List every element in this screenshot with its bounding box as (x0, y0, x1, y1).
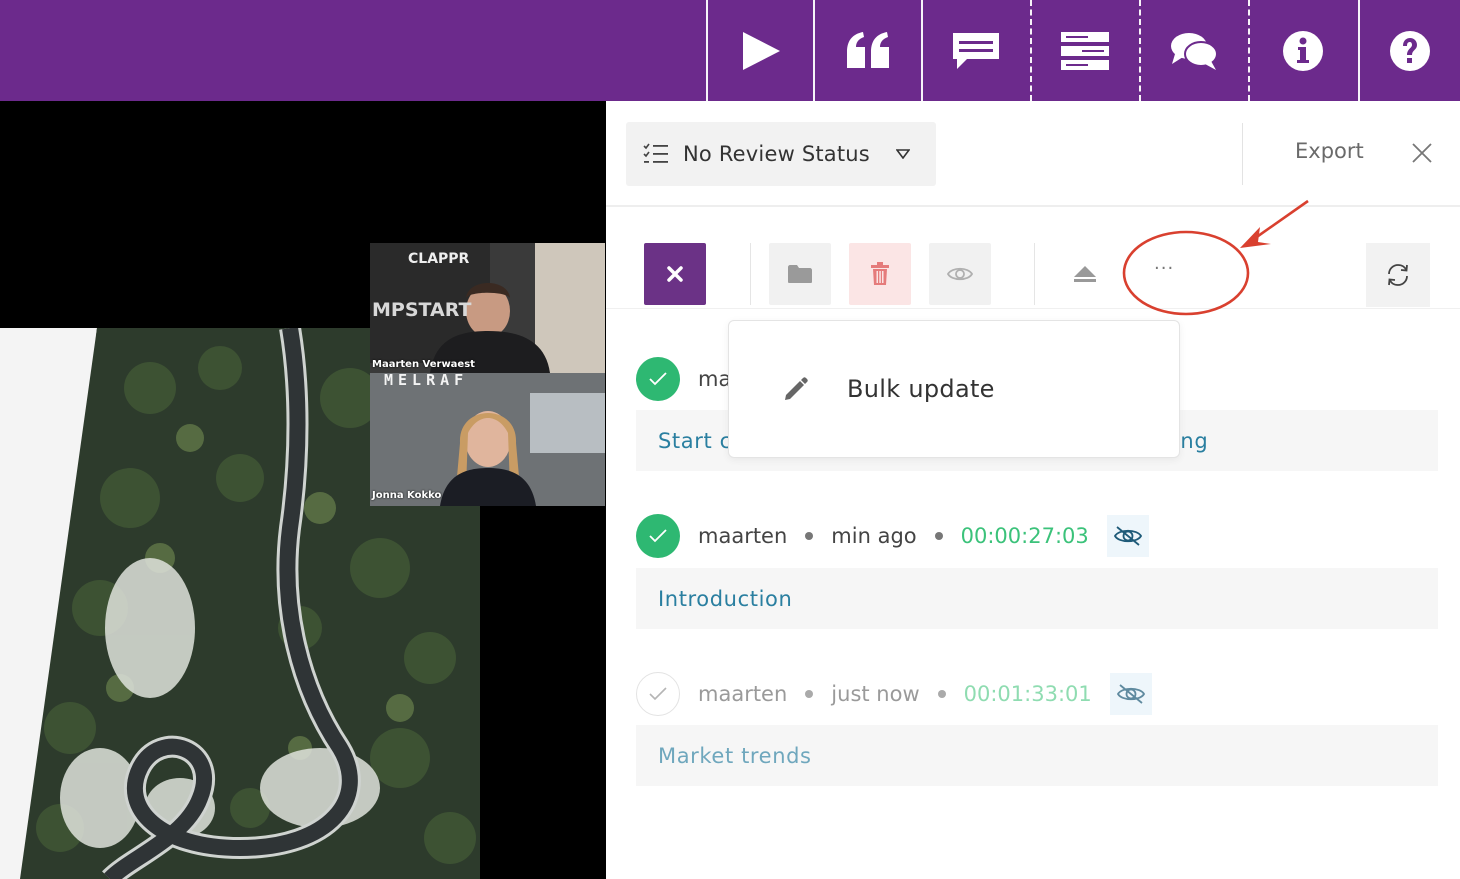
deselect-button[interactable] (644, 243, 706, 305)
caret-down-icon (895, 149, 910, 159)
item-meta: ma (636, 357, 731, 401)
eye-slash-icon (1116, 684, 1145, 704)
review-status-label: No Review Status (683, 142, 870, 166)
pip-top-label: CLAPPR (408, 251, 470, 267)
x-icon (667, 266, 683, 282)
review-panel: No Review Status Export ··· ma Start c i… (606, 101, 1460, 879)
trash-icon (871, 262, 889, 285)
item-time-ago: just now (831, 682, 920, 706)
pip-banner-text: MPSTART (372, 299, 472, 321)
separator-dot (805, 690, 814, 698)
item-title-start: Start c (658, 428, 732, 453)
play-icon (743, 31, 780, 70)
eye-icon (947, 267, 973, 281)
bulk-update-menu-item[interactable]: Bulk update (847, 375, 995, 403)
item-user: ma (698, 367, 732, 391)
help-icon (1389, 30, 1430, 71)
item-meta: maarten just now 00:01:33:01 (636, 672, 1152, 716)
checklist-icon (643, 143, 668, 163)
pencil-icon (785, 377, 808, 400)
play-button[interactable] (707, 0, 815, 101)
separator-dot (937, 690, 946, 698)
item-title[interactable]: Market trends (636, 725, 1438, 786)
toolbar-divider (750, 243, 751, 305)
comment-button[interactable] (922, 0, 1030, 101)
more-options-menu: Bulk update (728, 320, 1180, 458)
refresh-icon (1388, 264, 1408, 286)
hidden-toggle[interactable] (1106, 515, 1149, 557)
review-check-toggle[interactable] (636, 672, 680, 716)
eject-button[interactable] (1054, 243, 1116, 305)
eject-icon (1074, 266, 1096, 282)
item-user: maarten (698, 682, 788, 706)
comment-icon (953, 32, 999, 69)
item-timecode[interactable]: 00:00:27:03 (961, 524, 1089, 548)
review-status-dropdown[interactable]: No Review Status (626, 122, 936, 186)
review-check-toggle[interactable] (636, 357, 680, 401)
close-icon[interactable] (1410, 141, 1434, 165)
item-meta: maarten min ago 00:00:27:03 (636, 514, 1149, 558)
info-icon (1283, 30, 1323, 71)
help-button[interactable] (1359, 0, 1460, 101)
separator-dot (934, 532, 943, 540)
pip-person1-name: Maarten Verwaest (372, 359, 475, 370)
annotation-highlight-circle (1122, 199, 1309, 316)
delete-button[interactable] (849, 243, 911, 305)
folder-icon (788, 265, 812, 283)
list-button[interactable] (1031, 0, 1139, 101)
checkmark-icon (649, 372, 667, 386)
separator-dot (805, 532, 814, 540)
item-title[interactable]: Introduction (636, 568, 1438, 629)
export-button[interactable]: Export (1295, 139, 1364, 163)
item-time-ago: min ago (831, 524, 917, 548)
participants-video-overlay: CLAPPR MPSTART Maarten Verwaest MELRAF J… (370, 243, 605, 506)
quote-button[interactable] (814, 0, 922, 101)
top-toolbar (0, 0, 1460, 101)
chat-button[interactable] (1140, 0, 1248, 101)
visibility-button[interactable] (929, 243, 991, 305)
toolbar-divider (1034, 243, 1035, 305)
item-user: maarten (698, 524, 788, 548)
list-icon (1061, 31, 1109, 70)
video-player[interactable]: CLAPPR MPSTART Maarten Verwaest MELRAF J… (0, 101, 606, 879)
hidden-toggle[interactable] (1109, 673, 1152, 715)
pip-overlay-text: MELRAF (384, 371, 469, 389)
refresh-button[interactable] (1366, 243, 1430, 307)
info-button[interactable] (1249, 0, 1357, 101)
header-divider (1242, 123, 1243, 185)
checkmark-icon (649, 687, 667, 701)
chat-icon (1171, 32, 1218, 70)
item-timecode[interactable]: 00:01:33:01 (964, 682, 1092, 706)
move-to-folder-button[interactable] (769, 243, 831, 305)
review-check-toggle[interactable] (636, 514, 680, 558)
checkmark-icon (649, 529, 667, 543)
pip-person2-name: Jonna Kokko (372, 490, 442, 501)
eye-slash-icon (1113, 526, 1142, 546)
quote-icon (847, 31, 889, 68)
